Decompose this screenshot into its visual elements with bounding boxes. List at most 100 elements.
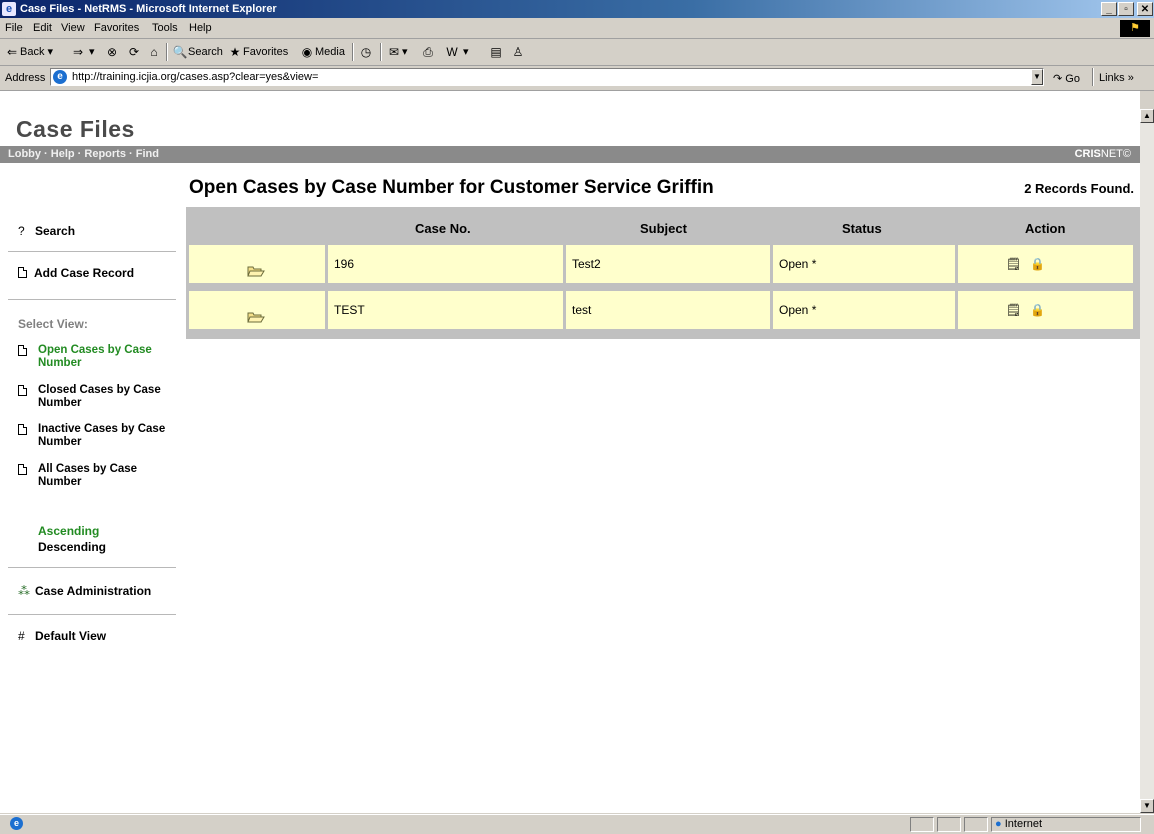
mail-button[interactable]: ✉ ▾ (386, 44, 408, 60)
toolbar-separator (380, 43, 382, 61)
back-arrow-icon: ⇐ (6, 45, 18, 59)
document-icon (18, 267, 27, 278)
lock-icon[interactable]: 🔒 (1030, 245, 1045, 283)
column-header-subject: Subject (640, 221, 687, 236)
history-icon: ◷ (360, 45, 372, 59)
record-count: 2 Records Found. (1024, 181, 1134, 196)
stop-icon: ⊗ (106, 45, 118, 59)
folder-cell[interactable] (189, 245, 325, 283)
back-button[interactable]: ⇐ Back ▾ (4, 44, 53, 60)
address-dropdown-button[interactable]: ▼ (1031, 69, 1043, 85)
sidebar-default-view[interactable]: # Default View (18, 629, 106, 643)
go-arrow-icon: ↷ (1053, 73, 1063, 85)
document-icon (18, 424, 27, 435)
sidebar-case-admin[interactable]: ⁂ Case Administration (18, 584, 151, 598)
action-cell: 🗒 🔒 (958, 245, 1133, 283)
menu-file[interactable]: File (5, 22, 23, 34)
zone-panel: ● Internet (991, 817, 1141, 832)
messenger-button[interactable]: ♙ (510, 44, 526, 60)
ie-app-icon: e (2, 2, 16, 16)
address-url[interactable]: http://training.icjia.org/cases.asp?clea… (72, 69, 318, 85)
open-folder-icon[interactable] (247, 301, 265, 323)
menu-edit[interactable]: Edit (33, 22, 52, 34)
document-icon (18, 464, 27, 475)
scroll-up-icon[interactable]: ▲ (1140, 109, 1154, 123)
media-button[interactable]: ◉ Media (299, 44, 345, 60)
windows-logo-icon: ⚑ (1120, 20, 1150, 37)
view-all-cases[interactable]: All Cases by Case Number (18, 463, 173, 489)
history-button[interactable]: ◷ (358, 44, 374, 60)
hash-icon: # (18, 629, 25, 643)
case-no-cell[interactable]: 196 (328, 245, 563, 283)
subject-cell: test (566, 291, 770, 329)
sidebar-add-case[interactable]: Add Case Record (18, 266, 134, 280)
org-chart-icon: ⁂ (18, 584, 30, 598)
favorites-button[interactable]: ★ Favorites (227, 44, 289, 60)
view-closed-cases[interactable]: Closed Cases by Case Number (18, 384, 173, 410)
address-input[interactable]: e http://training.icjia.org/cases.asp?cl… (50, 68, 1044, 86)
column-header-action: Action (1025, 221, 1066, 236)
search-button[interactable]: 🔍Search (172, 44, 223, 60)
status-panel (964, 817, 988, 832)
view-inactive-cases[interactable]: Inactive Cases by Case Number (18, 423, 173, 449)
menu-tools[interactable]: Tools (152, 22, 178, 34)
menu-help[interactable]: Help (189, 22, 212, 34)
go-button[interactable]: ↷ Go (1053, 72, 1080, 85)
sidebar-divider (8, 299, 176, 300)
results-heading: Open Cases by Case Number for Customer S… (189, 177, 714, 198)
sort-ascending[interactable]: Ascending (38, 524, 99, 538)
vertical-scrollbar[interactable]: ▲ ▼ (1140, 109, 1154, 813)
address-bar: Address e http://training.icjia.org/case… (0, 66, 1154, 91)
stop-button[interactable]: ⊗ (104, 44, 120, 60)
close-button[interactable]: ✕ (1137, 2, 1153, 16)
print-button[interactable]: ⎙ (420, 44, 436, 60)
properties-icon[interactable]: 🗒 (1006, 245, 1021, 283)
view-open-cases[interactable]: Open Cases by Case Number (18, 344, 173, 370)
scroll-down-icon[interactable]: ▼ (1140, 799, 1154, 813)
menu-view[interactable]: View (61, 22, 85, 34)
column-header-status: Status (842, 221, 882, 236)
messenger-icon: ♙ (512, 45, 524, 59)
properties-icon[interactable]: 🗒 (1006, 291, 1021, 329)
refresh-button[interactable]: ⟳ (126, 44, 142, 60)
question-icon: ? (18, 224, 25, 238)
document-icon (18, 385, 27, 396)
column-header-case-no: Case No. (415, 221, 471, 236)
status-cell: Open * (773, 245, 955, 283)
page-top (0, 91, 1140, 110)
open-folder-icon[interactable] (247, 255, 265, 277)
subject-cell: Test2 (566, 245, 770, 283)
status-text-panel: e (2, 817, 907, 832)
minimize-button[interactable]: _ (1101, 2, 1117, 16)
forward-button[interactable]: ⇒ ▾ (70, 44, 95, 60)
lock-icon[interactable]: 🔒 (1030, 291, 1045, 329)
page-title: Case Files (16, 116, 135, 142)
select-view-label: Select View: (18, 317, 88, 331)
menu-bar: File Edit View Favorites Tools Help ⚑ (0, 19, 1154, 39)
globe-icon: ● (995, 818, 1002, 830)
status-panel (937, 817, 961, 832)
forward-arrow-icon: ⇒ (72, 45, 84, 59)
document-icon (18, 345, 27, 356)
discuss-button[interactable]: ▤ (488, 44, 504, 60)
folder-cell[interactable] (189, 291, 325, 329)
favorites-icon: ★ (229, 45, 241, 59)
media-icon: ◉ (301, 45, 313, 59)
window-title: Case Files - NetRMS - Microsoft Internet… (20, 3, 277, 15)
edit-button[interactable]: W ▾ (444, 44, 468, 60)
status-bar: e ● Internet (0, 814, 1154, 834)
links-button[interactable]: Links » (1099, 72, 1134, 84)
case-no-cell[interactable]: TEST (328, 291, 563, 329)
home-button[interactable]: ⌂ (146, 44, 162, 60)
status-cell: Open * (773, 291, 955, 329)
search-icon: 🔍 (172, 45, 188, 59)
menu-favorites[interactable]: Favorites (94, 22, 139, 34)
toolbar-separator (352, 43, 354, 61)
nav-links[interactable]: Lobby · Help · Reports · Find (8, 148, 159, 160)
title-bar: e Case Files - NetRMS - Microsoft Intern… (0, 0, 1154, 18)
sort-descending[interactable]: Descending (38, 540, 106, 554)
status-panel (910, 817, 934, 832)
maximize-button[interactable]: ▫ (1118, 2, 1134, 16)
sidebar-search[interactable]: ? Search (18, 224, 75, 238)
sidebar-divider (8, 567, 176, 568)
